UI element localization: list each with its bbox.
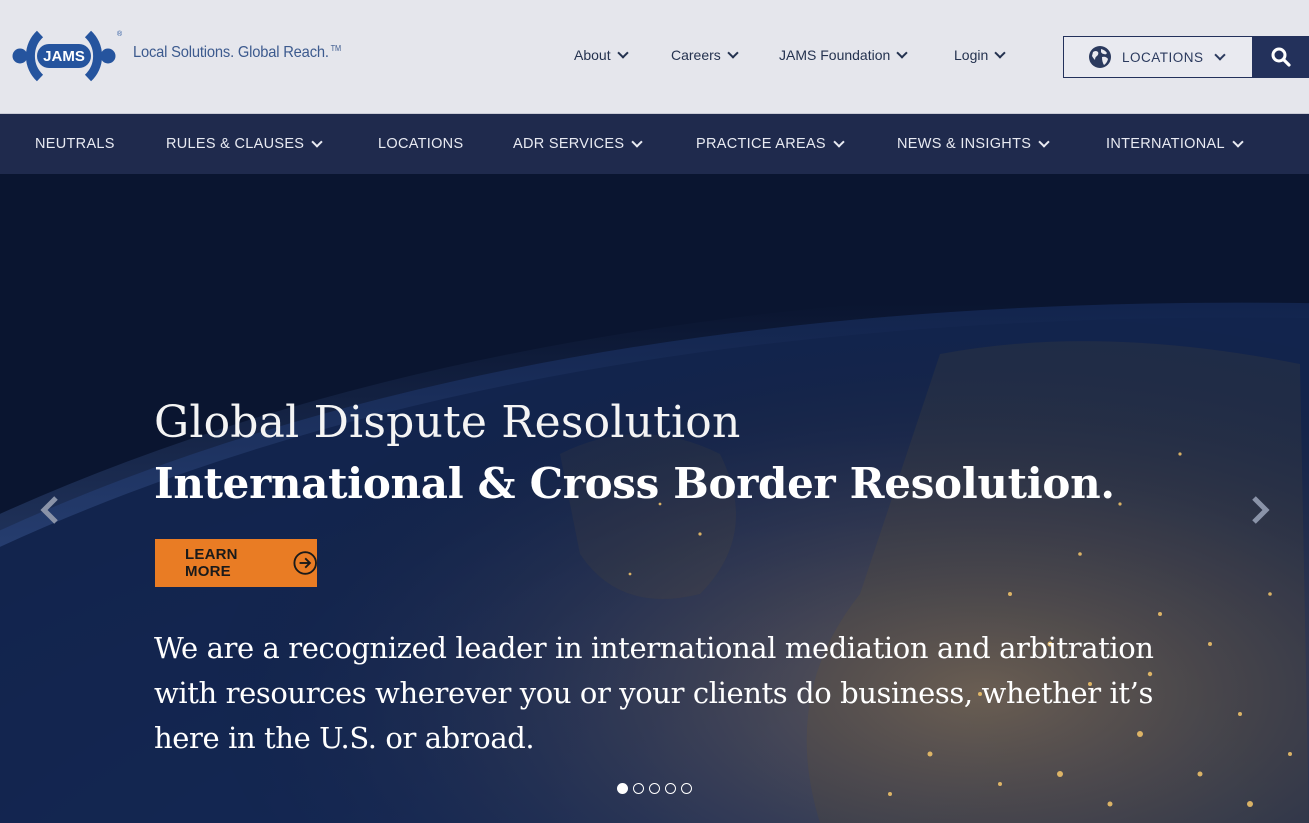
hero-carousel: Global Dispute Resolution International …	[0, 174, 1309, 823]
learn-more-button[interactable]: LEARN MORE	[155, 539, 317, 587]
tagline: Local Solutions. Global Reach. TM	[133, 44, 341, 62]
svg-text:®: ®	[117, 30, 122, 38]
chevron-down-icon	[833, 136, 845, 148]
svg-text:JAMS: JAMS	[43, 48, 85, 65]
hero-subtitle: International & Cross Border Resolution.	[154, 459, 1115, 508]
util-nav-login-label: Login	[954, 47, 989, 63]
chevron-right-icon	[1252, 496, 1270, 524]
util-nav-about-label: About	[574, 47, 611, 63]
nav-adr-services[interactable]: ADR SERVICES	[513, 136, 643, 152]
arrow-circle-right-icon	[293, 551, 317, 575]
carousel-dot[interactable]	[633, 783, 644, 794]
locations-dropdown-label: LOCATIONS	[1122, 49, 1204, 65]
carousel-dot[interactable]	[617, 783, 628, 794]
top-header: JAMS ® Local Solutions. Global Reach. TM …	[0, 0, 1309, 113]
util-nav-about[interactable]: About	[574, 45, 629, 65]
chevron-down-icon	[616, 47, 629, 59]
search-icon	[1271, 47, 1291, 67]
util-nav-login[interactable]: Login	[954, 45, 1006, 65]
main-nav: NEUTRALS RULES & CLAUSES LOCATIONS ADR S…	[0, 113, 1309, 174]
nav-international[interactable]: INTERNATIONAL	[1106, 136, 1244, 152]
tagline-trademark: TM	[330, 44, 341, 53]
nav-rules-clauses-label: RULES & CLAUSES	[166, 136, 305, 152]
carousel-next-button[interactable]	[1248, 492, 1274, 528]
nav-news-insights-label: NEWS & INSIGHTS	[897, 136, 1032, 152]
carousel-prev-button[interactable]	[36, 492, 62, 528]
chevron-down-icon	[1213, 49, 1226, 61]
util-nav-foundation-label: JAMS Foundation	[779, 47, 891, 63]
hero-title: Global Dispute Resolution	[154, 397, 741, 448]
nav-international-label: INTERNATIONAL	[1106, 136, 1225, 152]
carousel-dot[interactable]	[681, 783, 692, 794]
nav-practice-areas-label: PRACTICE AREAS	[696, 136, 826, 152]
tagline-text: Local Solutions. Global Reach.	[133, 44, 329, 61]
chevron-down-icon	[896, 47, 908, 59]
nav-rules-clauses[interactable]: RULES & CLAUSES	[166, 136, 323, 152]
chevron-down-icon	[1038, 136, 1050, 148]
carousel-dot[interactable]	[649, 783, 660, 794]
chevron-left-icon	[40, 496, 58, 524]
util-nav-foundation[interactable]: JAMS Foundation	[779, 45, 908, 65]
carousel-dots	[617, 783, 692, 794]
util-nav-careers[interactable]: Careers	[671, 45, 739, 65]
nav-locations[interactable]: LOCATIONS	[378, 136, 463, 152]
globe-icon	[1089, 46, 1111, 68]
chevron-down-icon	[631, 136, 643, 148]
util-nav-careers-label: Careers	[671, 47, 721, 63]
locations-dropdown[interactable]: LOCATIONS	[1063, 36, 1253, 78]
chevron-down-icon	[727, 47, 739, 59]
nav-neutrals-label: NEUTRALS	[35, 136, 115, 152]
hero-description: We are a recognized leader in internatio…	[154, 631, 1154, 755]
search-button[interactable]	[1252, 36, 1309, 78]
carousel-dot[interactable]	[665, 783, 676, 794]
nav-adr-services-label: ADR SERVICES	[513, 136, 625, 152]
chevron-down-icon	[1232, 136, 1244, 148]
chevron-down-icon	[311, 136, 323, 148]
nav-locations-label: LOCATIONS	[378, 136, 464, 152]
nav-neutrals[interactable]: NEUTRALS	[35, 136, 115, 152]
chevron-down-icon	[994, 47, 1006, 59]
jams-logo[interactable]: JAMS ®	[10, 20, 123, 92]
nav-news-insights[interactable]: NEWS & INSIGHTS	[897, 136, 1050, 152]
nav-practice-areas[interactable]: PRACTICE AREAS	[696, 136, 845, 152]
learn-more-label: LEARN MORE	[185, 546, 238, 580]
